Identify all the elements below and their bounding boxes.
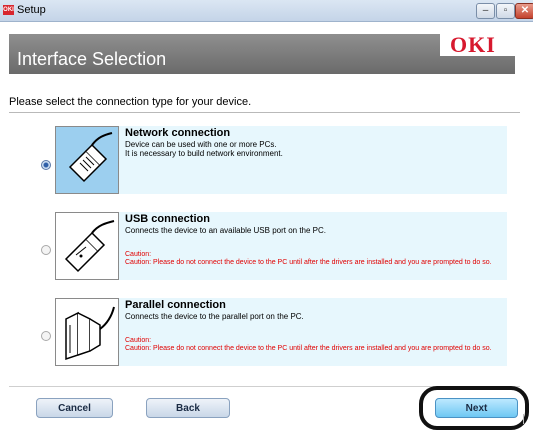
highlight-annotation	[419, 386, 529, 430]
option-title: Parallel connection	[125, 299, 226, 311]
option-title: Network connection	[125, 127, 231, 139]
app-icon: OKI	[3, 5, 14, 15]
logo-text: OKI	[450, 32, 496, 57]
option-description: Connects the device to the parallel port…	[125, 312, 304, 321]
radio-usb[interactable]	[41, 245, 51, 255]
minimize-button[interactable]: –	[476, 3, 495, 19]
resize-grip[interactable]	[523, 414, 532, 424]
page-title: Interface Selection	[17, 49, 167, 69]
maximize-button[interactable]: ▫	[496, 3, 515, 19]
caution-text: Caution: Caution: Please do not connect …	[125, 337, 492, 352]
back-button[interactable]: Back	[146, 398, 230, 418]
maximize-icon: ▫	[503, 5, 508, 16]
option-network[interactable]: Network connection Device can be used wi…	[55, 126, 507, 194]
radio-network[interactable]	[41, 160, 51, 170]
title-bar: OKI Setup – ▫ ✕	[0, 0, 533, 22]
cancel-button[interactable]: Cancel	[36, 398, 113, 418]
instruction-text: Please select the connection type for yo…	[9, 96, 252, 108]
radio-parallel[interactable]	[41, 331, 51, 341]
caution-text: Caution: Caution: Please do not connect …	[125, 251, 492, 266]
oki-logo: OKI	[440, 28, 515, 57]
option-description: Device can be used with one or more PCs.…	[125, 140, 283, 158]
usb-cable-icon	[55, 212, 119, 280]
option-description: Connects the device to an available USB …	[125, 226, 327, 235]
option-title: USB connection	[125, 213, 210, 225]
window-title: Setup	[17, 4, 46, 16]
minimize-icon: –	[482, 5, 489, 16]
divider	[9, 112, 520, 113]
option-parallel[interactable]: Parallel connection Connects the device …	[55, 298, 507, 366]
option-usb[interactable]: USB connection Connects the device to an…	[55, 212, 507, 280]
close-icon: ✕	[520, 5, 530, 16]
parallel-cable-icon	[55, 298, 119, 366]
close-button[interactable]: ✕	[515, 3, 533, 19]
ethernet-cable-icon	[55, 126, 119, 194]
